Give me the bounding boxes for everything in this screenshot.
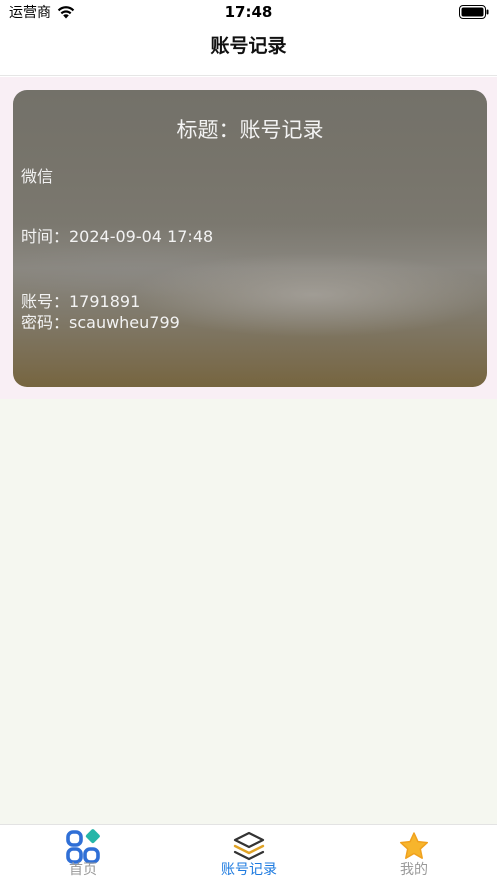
tab-records[interactable]: 账号记录 xyxy=(166,825,332,883)
record-password: 密码：scauwheu799 xyxy=(21,313,180,332)
navigation-bar: 账号记录 xyxy=(0,26,497,76)
page-title: 账号记录 xyxy=(210,35,287,57)
apps-icon xyxy=(66,829,100,864)
star-icon xyxy=(399,832,429,859)
layers-icon xyxy=(233,831,265,861)
tab-profile[interactable]: 我的 xyxy=(331,825,497,883)
record-account: 账号：1791891 xyxy=(21,292,141,311)
battery-icon xyxy=(459,5,489,19)
tab-home-label: 首页 xyxy=(69,862,97,878)
tab-bar: 首页 账号记录 我的 xyxy=(0,824,497,883)
record-category: 微信 xyxy=(21,167,54,186)
record-time: 时间：2024-09-04 17:48 xyxy=(21,227,214,246)
tab-home[interactable]: 首页 xyxy=(0,825,166,883)
record-card[interactable]: 标题：账号记录 微信 时间：2024-09-04 17:48 账号：179189… xyxy=(13,90,487,387)
record-title: 标题：账号记录 xyxy=(176,118,324,142)
status-bar: 运营商 17:48 xyxy=(0,0,497,26)
main-content[interactable]: 标题：账号记录 微信 时间：2024-09-04 17:48 账号：179189… xyxy=(0,77,497,824)
record-list[interactable]: 标题：账号记录 微信 时间：2024-09-04 17:48 账号：179189… xyxy=(0,77,497,399)
tab-records-label: 账号记录 xyxy=(221,862,277,878)
status-time: 17:48 xyxy=(224,3,273,21)
tab-profile-label: 我的 xyxy=(400,862,428,878)
